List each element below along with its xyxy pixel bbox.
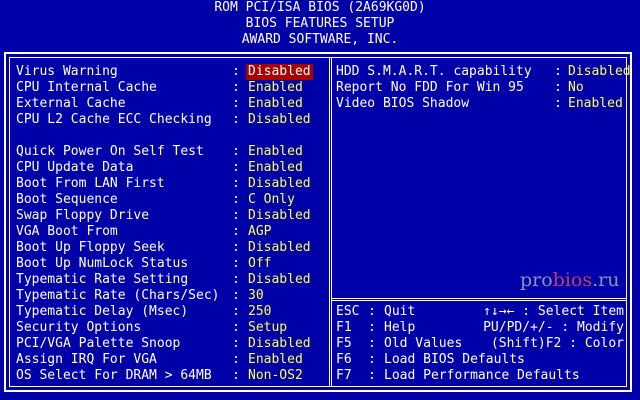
setting-label: PCI/VGA Palette Snoop [16,336,181,351]
setting-label: OS Select For DRAM > 64MB [16,368,212,383]
setting-label: Security Options [16,320,142,335]
setting-separator: : [232,256,240,271]
setting-separator: : [232,176,240,191]
setting-label: Typematic Rate Setting [16,272,189,287]
help-action: Load Performance Defaults [384,368,580,383]
setting-separator: : [554,96,562,111]
setting-value[interactable]: Setup [246,320,289,336]
setting-label: Boot Sequence [16,192,118,207]
setting-separator: : [232,160,240,175]
setting-row[interactable]: HDD S.M.A.R.T. capability: Disabled [0,64,640,80]
setting-value[interactable]: No [566,80,586,96]
help-separator: : [368,336,376,351]
setting-separator: : [232,224,240,239]
setting-row[interactable]: Boot Up NumLock Status: Off [0,256,320,272]
horizontal-divider [332,298,626,301]
setting-separator: : [232,112,240,127]
setting-separator: : [232,352,240,367]
setting-label: Video BIOS Shadow [336,96,470,111]
setting-row[interactable]: Video BIOS Shadow: Enabled [0,96,640,112]
setting-value[interactable]: 250 [246,304,273,320]
setting-label: Swap Floppy Drive [16,208,150,223]
help-hint: ↑↓→← : Select Item [483,304,624,319]
vendor-name: AWARD SOFTWARE, INC. [241,32,399,47]
watermark: probios.ru [520,269,620,291]
setting-separator: : [232,208,240,223]
setting-value[interactable]: Disabled [246,208,313,224]
help-action: Old Values [384,336,463,351]
setting-separator: : [232,336,240,351]
setting-row[interactable]: Assign IRQ For VGA: Enabled [0,352,320,368]
setting-label: CPU L2 Cache ECC Checking [16,112,212,127]
help-key: F5 [336,336,352,351]
setting-separator: : [554,80,562,95]
setting-row[interactable]: VGA Boot From: AGP [0,224,320,240]
setting-row[interactable]: Typematic Rate (Chars/Sec):30 [0,288,320,304]
setting-value[interactable]: AGP [246,224,273,240]
setting-value[interactable]: Disabled [566,64,633,80]
setting-separator: : [232,368,240,383]
help-action: Quit [384,304,416,319]
help-key: F1 [336,320,352,335]
setting-value[interactable]: Enabled [566,96,625,112]
setting-row[interactable]: CPU L2 Cache ECC Checking: Disabled [0,112,320,128]
setting-label: Typematic Rate (Chars/Sec) [16,288,220,303]
help-separator: : [368,304,376,319]
setting-label: Boot From LAN First [16,176,165,191]
help-key: ESC [336,304,360,319]
setting-value[interactable]: Disabled [246,336,313,352]
setting-separator: : [554,64,562,79]
setting-separator: : [232,240,240,255]
setting-row[interactable]: Typematic Delay (Msec):250 [0,304,320,320]
setting-label: Assign IRQ For VGA [16,352,157,367]
help-action: Load BIOS Defaults [384,352,525,367]
setting-value[interactable]: Off [246,256,273,272]
setting-value[interactable]: Disabled [246,272,313,288]
setting-separator: : [232,320,240,335]
bios-title: ROM PCI/ISA BIOS (2A69KG0D) [214,0,426,15]
setting-row[interactable]: Boot From LAN First: Disabled [0,176,320,192]
setting-label: VGA Boot From [16,224,118,239]
setting-value[interactable]: C Only [246,192,297,208]
setting-row[interactable]: Report No FDD For Win 95: No [0,80,640,96]
setting-row[interactable]: Boot Up Floppy Seek: Disabled [0,240,320,256]
help-separator: : [368,352,376,367]
help-action: Help [384,320,416,335]
setting-separator: : [232,304,240,319]
setting-label: Quick Power On Self Test [16,144,204,159]
help-key: F6 [336,352,352,367]
setting-value[interactable]: Enabled [246,352,305,368]
setting-value[interactable]: Enabled [246,160,305,176]
setting-row[interactable]: OS Select For DRAM > 64MB: Non-OS2 [0,368,320,384]
setting-label: Typematic Delay (Msec) [16,304,189,319]
setting-row[interactable]: Security Options: Setup [0,320,320,336]
setting-row[interactable]: Quick Power On Self Test: Enabled [0,144,320,160]
help-separator: : [368,368,376,383]
setting-label: Boot Up NumLock Status [16,256,189,271]
setting-row[interactable]: Boot Sequence: C Only [0,192,320,208]
help-key: F7 [336,368,352,383]
setting-label: HDD S.M.A.R.T. capability [336,64,532,79]
setting-value[interactable]: Non-OS2 [246,368,305,384]
page-title: BIOS FEATURES SETUP [245,16,395,31]
setting-separator: : [232,288,240,303]
setting-value[interactable]: Disabled [246,240,313,256]
help-hint: (Shift)F2 : Color [490,336,624,351]
setting-label: CPU Update Data [16,160,134,175]
help-hint: PU/PD/+/- : Modify [483,320,624,335]
setting-row[interactable]: Swap Floppy Drive: Disabled [0,208,320,224]
setting-value[interactable]: Disabled [246,112,313,128]
setting-row[interactable]: PCI/VGA Palette Snoop: Disabled [0,336,320,352]
setting-value[interactable]: 30 [246,288,266,304]
setting-row[interactable]: Typematic Rate Setting: Disabled [0,272,320,288]
setting-value[interactable]: Disabled [246,176,313,192]
setting-separator: : [232,272,240,287]
setting-separator: : [232,192,240,207]
help-separator: : [368,320,376,335]
setting-label: Report No FDD For Win 95 [336,80,524,95]
setting-separator: : [232,144,240,159]
setting-value[interactable]: Enabled [246,144,305,160]
setting-label: Boot Up Floppy Seek [16,240,165,255]
setting-row[interactable]: CPU Update Data: Enabled [0,160,320,176]
